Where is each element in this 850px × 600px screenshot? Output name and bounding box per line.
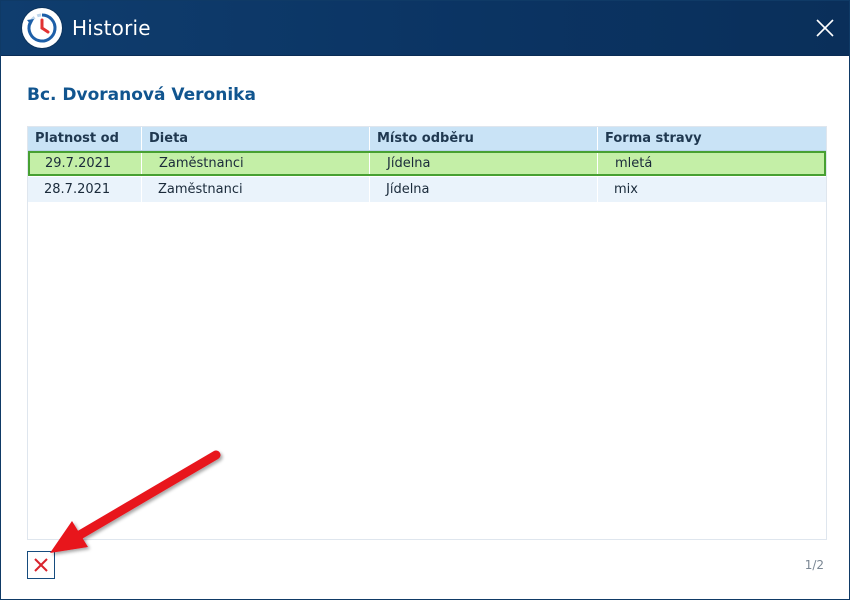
column-header-misto-odberu[interactable]: Místo odběru bbox=[370, 127, 598, 150]
cell-misto-odberu: Jídelna bbox=[370, 177, 598, 202]
close-icon[interactable] bbox=[813, 16, 837, 40]
history-dialog: Historie Bc. Dvoranová Veronika Platnost… bbox=[0, 0, 850, 600]
close-x-icon bbox=[34, 558, 48, 572]
cell-platnost-od: 28.7.2021 bbox=[28, 177, 142, 202]
history-table: Platnost od Dieta Místo odběru Forma str… bbox=[27, 126, 827, 540]
cell-platnost-od: 29.7.2021 bbox=[30, 153, 142, 174]
column-header-forma-stravy[interactable]: Forma stravy bbox=[598, 127, 826, 150]
table-row[interactable]: 28.7.2021 Zaměstnanci Jídelna mix bbox=[28, 177, 826, 202]
window-title: Historie bbox=[72, 16, 151, 40]
cell-misto-odberu: Jídelna bbox=[370, 153, 598, 174]
close-button[interactable] bbox=[27, 551, 55, 579]
cell-dieta: Zaměstnanci bbox=[142, 153, 370, 174]
column-header-dieta[interactable]: Dieta bbox=[142, 127, 370, 150]
history-clock-icon bbox=[22, 8, 62, 48]
table-header: Platnost od Dieta Místo odběru Forma str… bbox=[28, 127, 826, 151]
title-bar: Historie bbox=[1, 1, 849, 56]
column-header-platnost-od[interactable]: Platnost od bbox=[28, 127, 142, 150]
cell-forma-stravy: mix bbox=[614, 182, 638, 197]
person-name: Bc. Dvoranová Veronika bbox=[27, 85, 256, 105]
cell-forma-stravy: mletá bbox=[615, 156, 653, 171]
pager-indicator: 1/2 bbox=[804, 558, 824, 572]
table-row[interactable]: 29.7.2021 Zaměstnanci Jídelna mletá bbox=[28, 151, 826, 176]
cell-dieta: Zaměstnanci bbox=[142, 177, 370, 202]
